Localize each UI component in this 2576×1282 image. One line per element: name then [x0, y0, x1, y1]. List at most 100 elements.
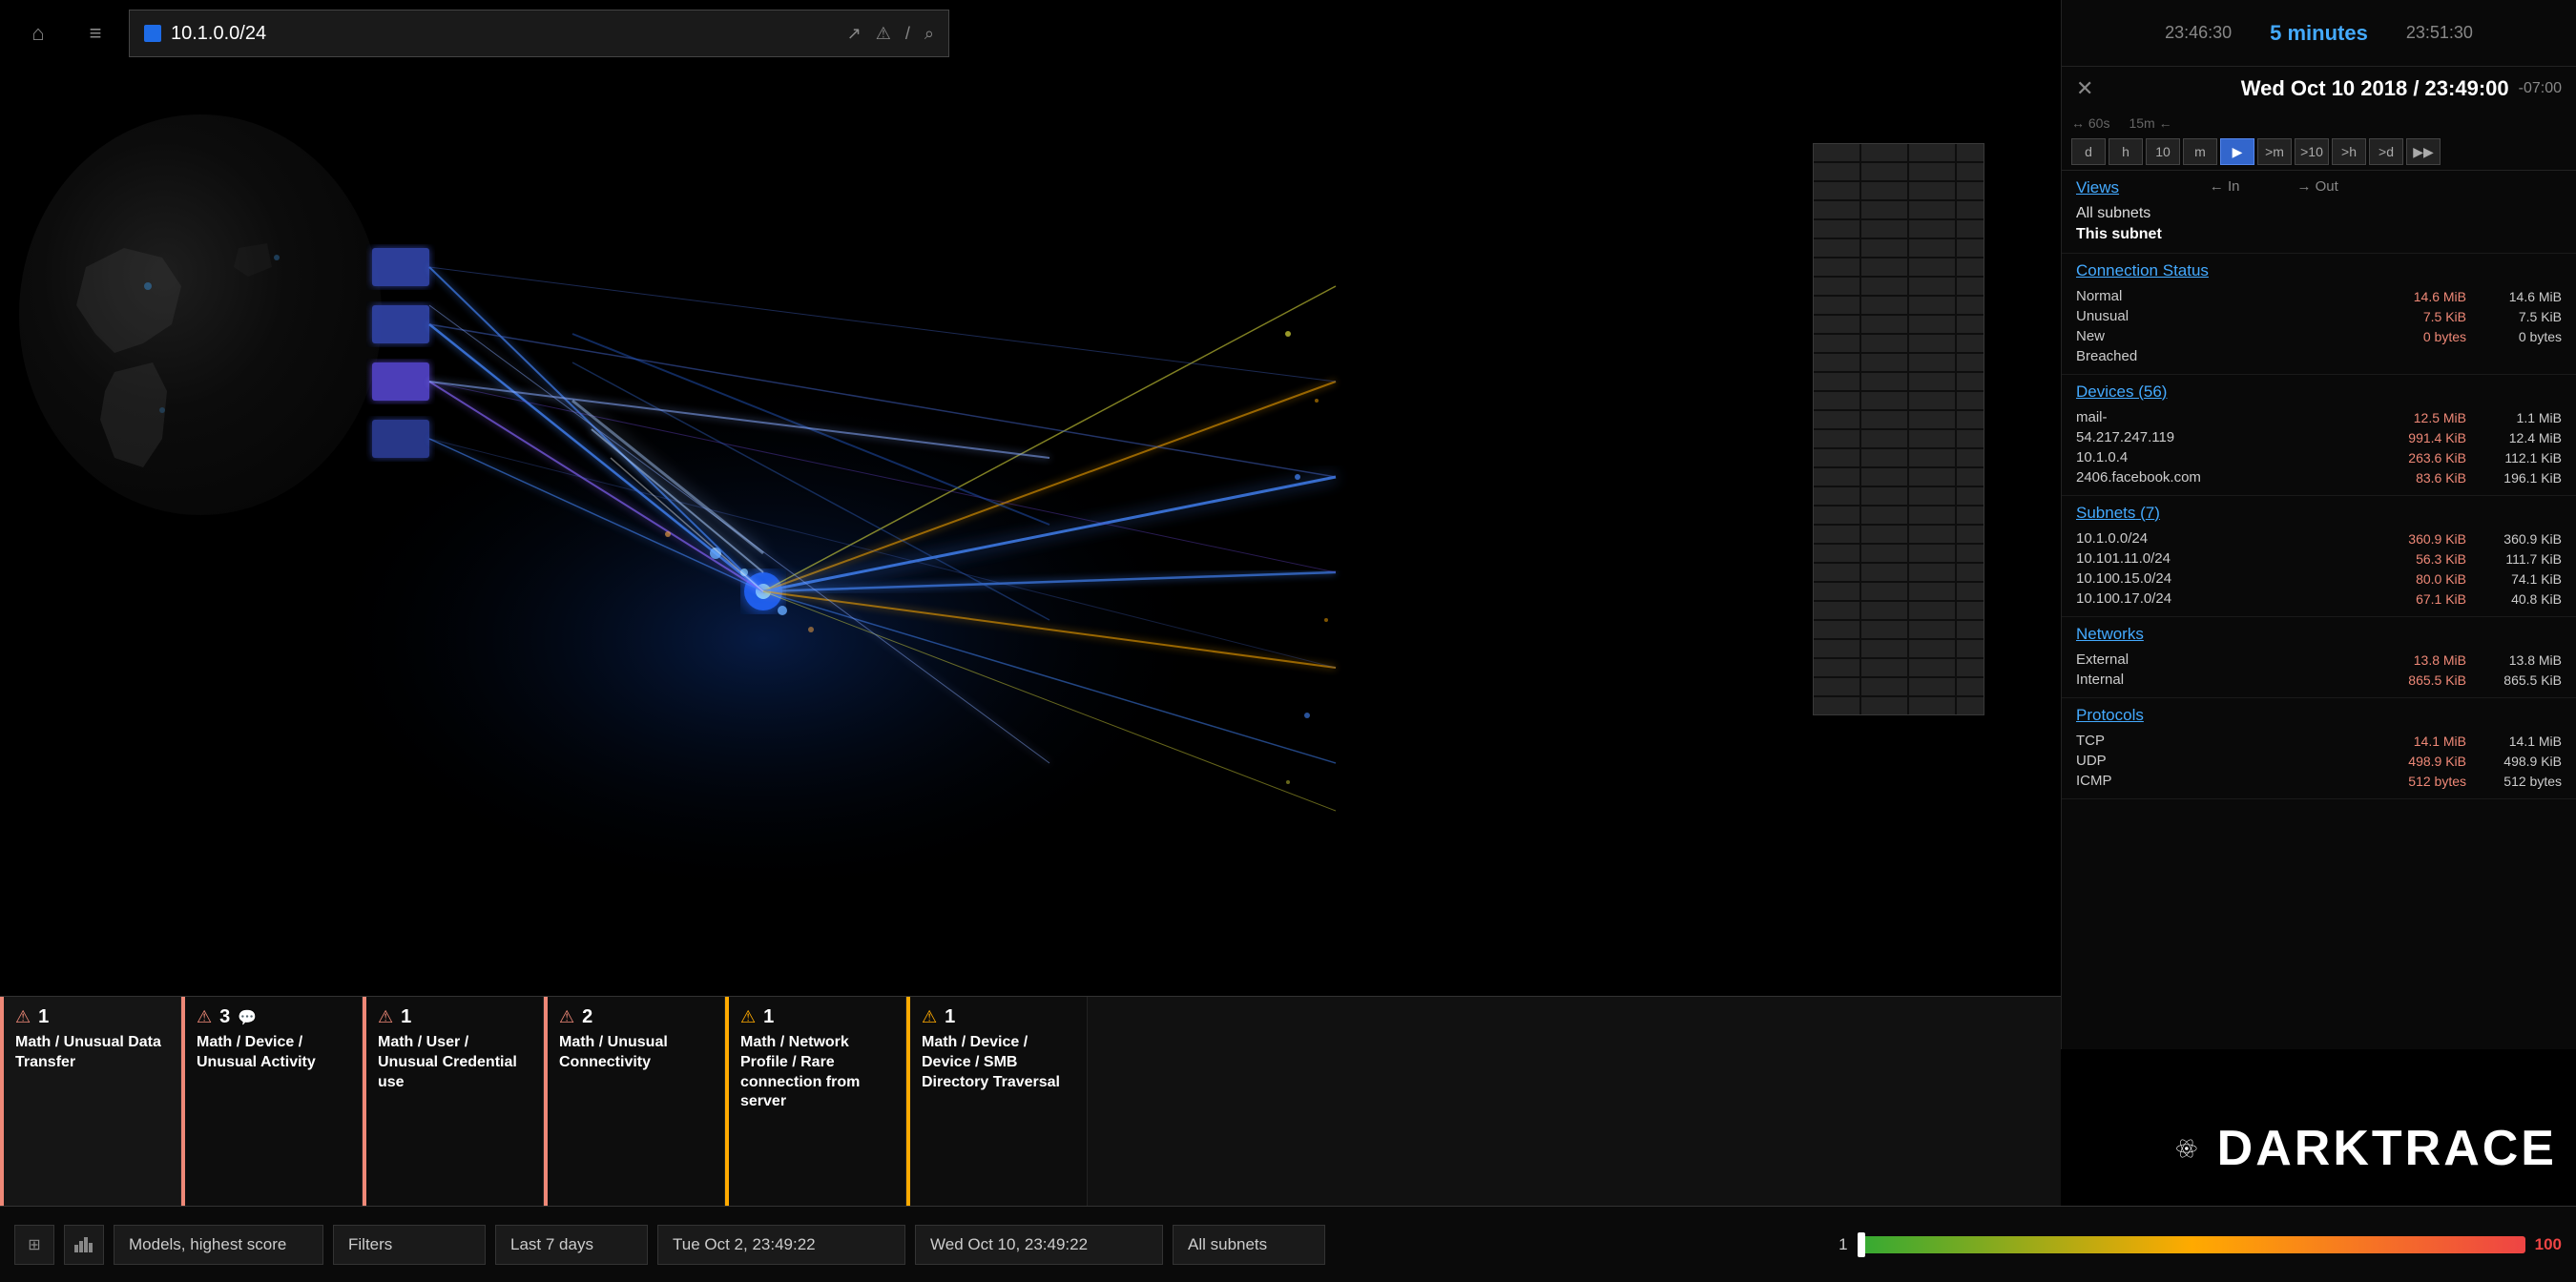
score-bar[interactable] [1858, 1236, 2525, 1253]
alert-card-5[interactable]: ⚠ 1 Math / Device / Device / SMB Directo… [906, 997, 1088, 1206]
alert-icon[interactable]: ⚠ [876, 24, 891, 44]
timeline-left-time: 23:46:30 [2165, 23, 2232, 43]
devices-title[interactable]: Devices (56) [2076, 383, 2562, 402]
alert-count: 1 [763, 1006, 774, 1028]
protocols-section: Protocols TCP 14.1 MiB 14.1 MiB UDP 498.… [2062, 698, 2576, 799]
score-min: 1 [1839, 1235, 1847, 1254]
alert-card-1[interactable]: ⚠ 3 💬 Math / Device / Unusual Activity [181, 997, 363, 1206]
alert-warning-icon: ⚠ [15, 1007, 31, 1027]
panel-row: External 13.8 MiB 13.8 MiB [2076, 650, 2562, 670]
subnet-indicator [144, 25, 161, 42]
views-title[interactable]: Views [2076, 178, 2162, 197]
export-icon[interactable]: ↗ [847, 24, 862, 44]
score-max: 100 [2535, 1235, 2562, 1254]
sort-field[interactable]: Models, highest score [114, 1225, 323, 1265]
timeline-btn-[interactable]: ▶ [2220, 138, 2254, 165]
search-value[interactable]: 10.1.0.0/24 [171, 23, 838, 45]
panel-row: Internal 865.5 KiB 865.5 KiB [2076, 670, 2562, 690]
devices-rows: mail- 12.5 MiB 1.1 MiB 54.217.247.119 99… [2076, 407, 2562, 487]
row-label: Breached [2076, 348, 2371, 364]
row-val-in: 360.9 KiB [2371, 531, 2466, 547]
connection-status-title[interactable]: Connection Status [2076, 261, 2562, 280]
panel-row: Unusual 7.5 KiB 7.5 KiB [2076, 306, 2562, 326]
row-val-in: 56.3 KiB [2371, 551, 2466, 567]
menu-button[interactable]: ≡ [72, 10, 119, 57]
row-val-in: 80.0 KiB [2371, 571, 2466, 587]
alert-title: Math / User / Unusual Credential use [378, 1033, 531, 1092]
view-all-subnets[interactable]: All subnets [2076, 203, 2162, 224]
alert-warning-icon: ⚠ [559, 1007, 574, 1027]
datetime-display: Wed Oct 10 2018 / 23:49:00 [2103, 76, 2508, 101]
panel-row: Normal 14.6 MiB 14.6 MiB [2076, 286, 2562, 306]
row-label: Internal [2076, 672, 2371, 688]
timeline-back: 15m ← [2129, 115, 2171, 131]
panel-row: TCP 14.1 MiB 14.1 MiB [2076, 731, 2562, 751]
alert-header: ⚠ 1 [922, 1006, 1075, 1028]
timeline-btn-d[interactable]: d [2071, 138, 2106, 165]
date-end-field[interactable]: Wed Oct 10, 23:49:22 [915, 1225, 1163, 1265]
subnets-section: Subnets (7) 10.1.0.0/24 360.9 KiB 360.9 … [2062, 496, 2576, 617]
darktrace-logo: DARKTRACE [2175, 1091, 2557, 1206]
row-label: ICMP [2076, 773, 2371, 789]
subnets-title[interactable]: Subnets (7) [2076, 504, 2562, 523]
panel-row: New 0 bytes 0 bytes [2076, 326, 2562, 346]
row-val-in: 14.1 MiB [2371, 734, 2466, 749]
search-icon[interactable]: ⌕ [924, 24, 934, 44]
row-val-out: 14.1 MiB [2466, 734, 2562, 749]
darktrace-name: DARKTRACE [2217, 1120, 2557, 1177]
timeline-btn-10[interactable]: >10 [2295, 138, 2329, 165]
row-val-out: 0 bytes [2466, 329, 2562, 344]
row-val-out: 74.1 KiB [2466, 571, 2562, 587]
row-val-out: 196.1 KiB [2466, 470, 2562, 486]
row-val-out: 865.5 KiB [2466, 672, 2562, 688]
panel-row: 10.1.0.4 263.6 KiB 112.1 KiB [2076, 447, 2562, 467]
subnets-filter-field[interactable]: All subnets [1173, 1225, 1325, 1265]
search-bar: 10.1.0.0/24 ↗ ⚠ / ⌕ [129, 10, 949, 57]
row-val-in: 498.9 KiB [2371, 754, 2466, 769]
view-this-subnet[interactable]: This subnet [2076, 224, 2162, 245]
timeline-btn-m[interactable]: >m [2257, 138, 2292, 165]
date-start-field[interactable]: Tue Oct 2, 23:49:22 [657, 1225, 905, 1265]
chart-view-button[interactable] [64, 1225, 104, 1265]
timeline-btn-m[interactable]: m [2183, 138, 2217, 165]
timeline-btn-d[interactable]: >d [2369, 138, 2403, 165]
home-button[interactable]: ⌂ [14, 10, 62, 57]
edit-icon[interactable]: / [905, 24, 910, 44]
alert-card-4[interactable]: ⚠ 1 Math / Network Profile / Rare connec… [725, 997, 906, 1206]
row-label: External [2076, 651, 2371, 668]
networks-section: Networks External 13.8 MiB 13.8 MiB Inte… [2062, 617, 2576, 698]
close-button[interactable]: ✕ [2076, 76, 2093, 101]
timeline-btn-[interactable]: ▶▶ [2406, 138, 2441, 165]
timeline-range: ↔ 60s [2071, 115, 2109, 131]
row-val-in: 67.1 KiB [2371, 591, 2466, 607]
grid-view-button[interactable]: ⊞ [14, 1225, 54, 1265]
protocols-title[interactable]: Protocols [2076, 706, 2562, 725]
networks-title[interactable]: Networks [2076, 625, 2562, 644]
timeline-controls: dh10m▶>m>10>h>d▶▶ [2071, 138, 2566, 165]
timeline-btn-10[interactable]: 10 [2146, 138, 2180, 165]
networks-rows: External 13.8 MiB 13.8 MiB Internal 865.… [2076, 650, 2562, 690]
row-val-out: 498.9 KiB [2466, 754, 2562, 769]
row-label: Normal [2076, 288, 2371, 304]
alert-title: Math / Network Profile / Rare connection… [740, 1033, 894, 1112]
connection-status-rows: Normal 14.6 MiB 14.6 MiB Unusual 7.5 KiB… [2076, 286, 2562, 366]
row-label: 10.101.11.0/24 [2076, 550, 2371, 567]
alert-header: ⚠ 1 [740, 1006, 894, 1028]
alert-card-3[interactable]: ⚠ 2 Math / Unusual Connectivity [544, 997, 725, 1206]
alert-card-0[interactable]: ⚠ 1 Math / Unusual Data Transfer [0, 997, 181, 1206]
timeline-btn-h[interactable]: h [2109, 138, 2143, 165]
right-panel: 23:46:30 5 minutes 23:51:30 ✕ Wed Oct 10… [2061, 0, 2576, 1049]
alert-warning-icon: ⚠ [922, 1007, 937, 1027]
row-val-in: 991.4 KiB [2371, 430, 2466, 445]
timeline-btn-h[interactable]: >h [2332, 138, 2366, 165]
alert-count: 2 [582, 1006, 592, 1028]
alert-card-2[interactable]: ⚠ 1 Math / User / Unusual Credential use [363, 997, 544, 1206]
panel-row: Breached [2076, 346, 2562, 366]
alert-bar: ⚠ 1 Math / Unusual Data Transfer ⚠ 3 💬 M… [0, 996, 2061, 1206]
toolbar: ⌂ ≡ 10.1.0.0/24 ↗ ⚠ / ⌕ [0, 0, 2061, 67]
date-range-field[interactable]: Last 7 days [495, 1225, 648, 1265]
panel-row: 10.100.17.0/24 67.1 KiB 40.8 KiB [2076, 589, 2562, 609]
score-thumb[interactable] [1858, 1232, 1865, 1257]
alert-count: 3 [219, 1006, 230, 1028]
filters-field[interactable]: Filters [333, 1225, 486, 1265]
